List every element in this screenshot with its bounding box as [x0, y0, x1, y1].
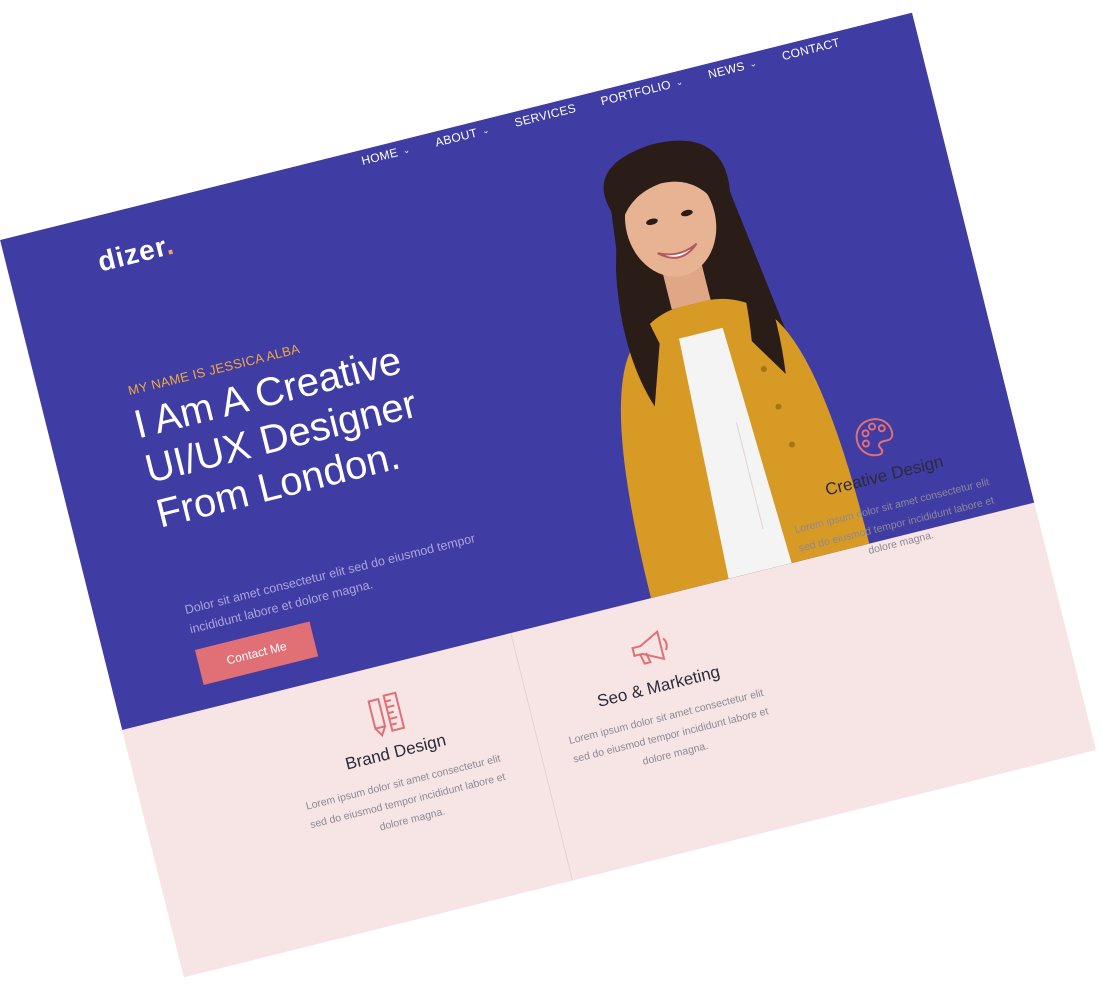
website-mockup: dizer. HOME ⌄ ABOUT ⌄ SERVICES PORTFOLIO…: [0, 12, 1096, 978]
chevron-down-icon: ⌄: [480, 123, 491, 136]
hero-description: Dolor sit amet consectetur elit sed do e…: [183, 531, 477, 637]
nav-item-news[interactable]: NEWS ⌄: [706, 56, 759, 82]
nav-label: ABOUT: [433, 125, 479, 150]
nav-label: NEWS: [706, 58, 747, 82]
megaphone-icon: [631, 629, 668, 665]
nav-item-portfolio[interactable]: PORTFOLIO ⌄: [599, 74, 685, 109]
nav-item-about[interactable]: ABOUT ⌄: [434, 123, 491, 150]
chevron-down-icon: ⌄: [674, 75, 685, 88]
nav-label: SERVICES: [513, 100, 578, 130]
pencil-ruler-icon: [367, 691, 406, 738]
nav-item-home[interactable]: HOME ⌄: [360, 142, 412, 168]
nav-label: PORTFOLIO: [599, 77, 673, 109]
nav-label: HOME: [359, 145, 400, 168]
palette-icon: [855, 418, 894, 457]
chevron-down-icon: ⌄: [401, 143, 412, 156]
hero-headline: I Am A Creative UI/UX Designer From Lond…: [129, 316, 512, 537]
nav-label: CONTACT: [780, 35, 842, 64]
nav-item-services[interactable]: SERVICES: [513, 101, 577, 130]
scene: dizer. HOME ⌄ ABOUT ⌄ SERVICES PORTFOLIO…: [0, 0, 1114, 1006]
chevron-down-icon: ⌄: [747, 57, 758, 69]
nav-item-contact[interactable]: CONTACT: [780, 35, 841, 63]
logo[interactable]: dizer.: [95, 229, 178, 279]
logo-text: dizer: [94, 230, 169, 278]
